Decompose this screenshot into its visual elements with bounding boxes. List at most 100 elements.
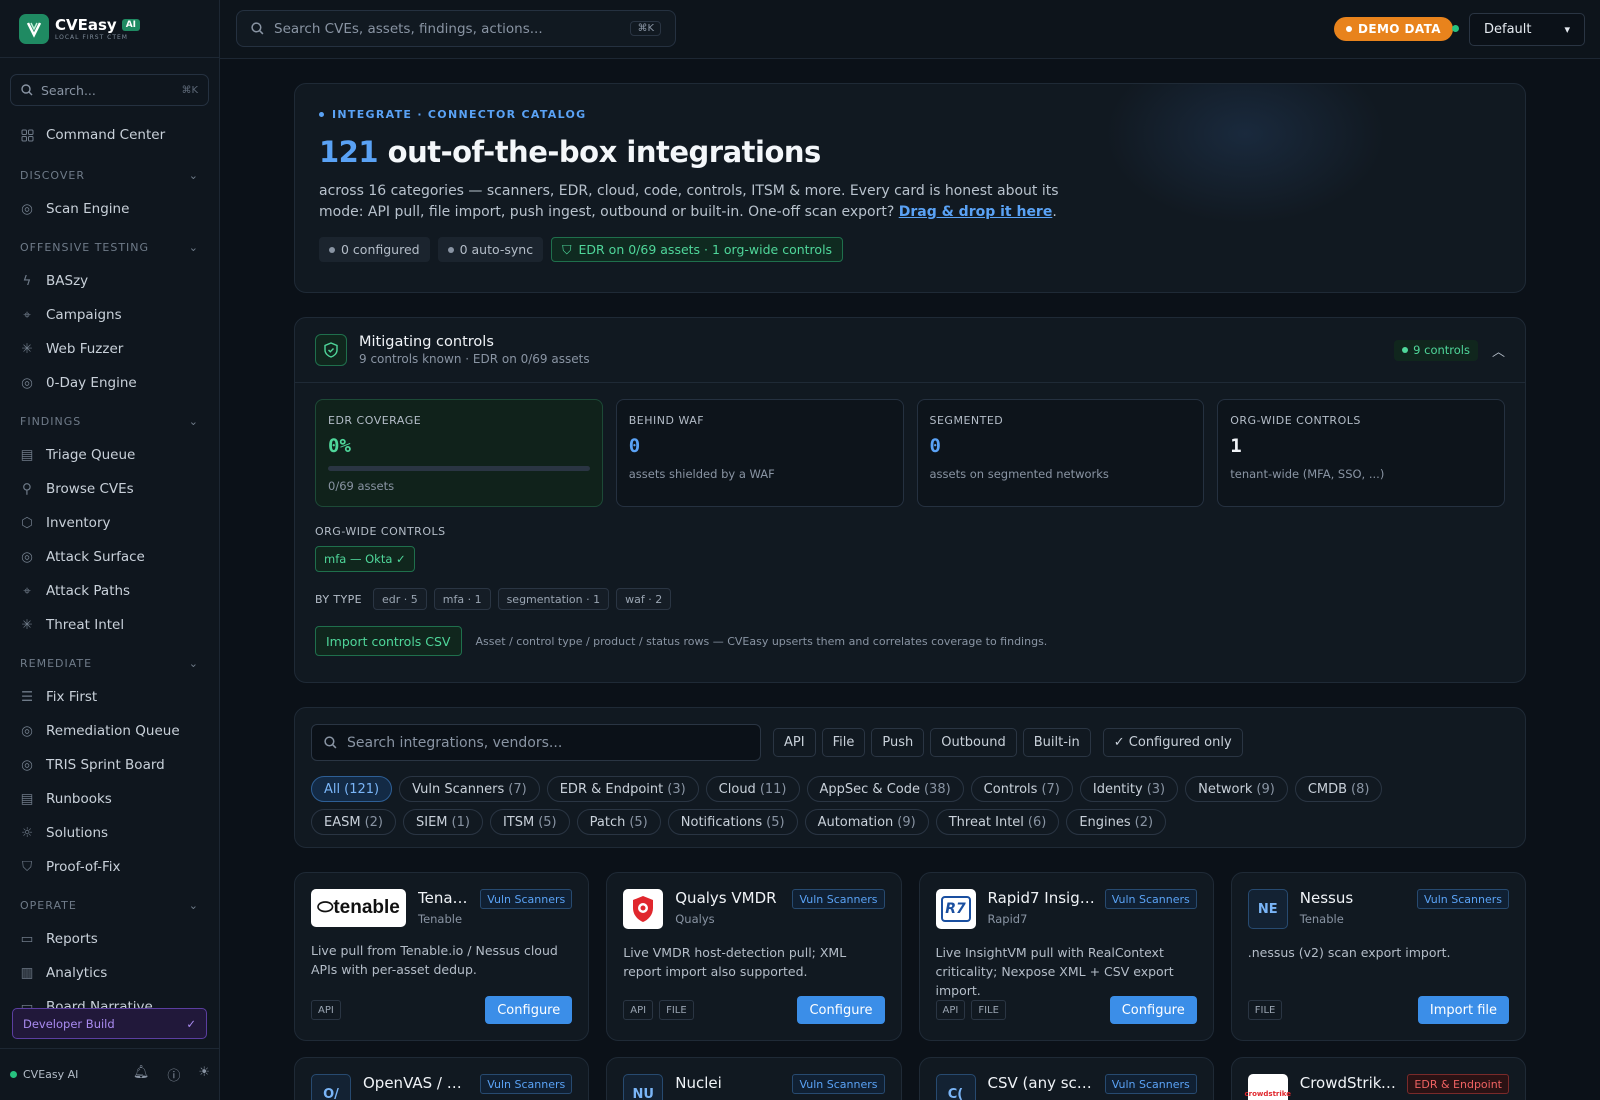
sidebar-item-attack-paths[interactable]: ⌖ Attack Paths xyxy=(0,574,219,608)
category-filter-controls[interactable]: Controls (7) xyxy=(970,776,1073,802)
nav-group-operate[interactable]: OPERATE ⌄ xyxy=(0,888,219,922)
integration-card[interactable]: Qualys VMDR Qualys Vuln Scanners Live VMD… xyxy=(606,872,902,1041)
mode-filter-built-in[interactable]: Built-in xyxy=(1022,728,1091,757)
openvas-logo-icon: O/ xyxy=(311,1074,351,1100)
mitigating-controls-header[interactable]: Mitigating controls 9 controls known · E… xyxy=(295,318,1525,383)
category-filter-automation[interactable]: Automation (9) xyxy=(804,809,929,835)
import-file-button[interactable]: Import file xyxy=(1417,996,1509,1024)
sidebar-item-remediation-queue[interactable]: ◎ Remediation Queue xyxy=(0,714,219,748)
category-filter-vuln-scanners[interactable]: Vuln Scanners (7) xyxy=(399,776,540,802)
category-filter-edr-endpoint[interactable]: EDR & Endpoint (3) xyxy=(546,776,699,802)
global-search-input[interactable]: Search CVEs, assets, findings, actions..… xyxy=(236,10,676,47)
category-filter-appsec-code[interactable]: AppSec & Code (38) xyxy=(806,776,964,802)
sidebar-item-scan-engine[interactable]: ◎ Scan Engine xyxy=(0,192,219,226)
mode-filter-file[interactable]: File xyxy=(821,728,866,757)
sidebar-item-reports[interactable]: ▭ Reports xyxy=(0,922,219,956)
bell-icon[interactable]: 🔔︎ xyxy=(133,1065,150,1084)
category-name: Vuln Scanners xyxy=(412,781,505,797)
configure-button[interactable]: Configure xyxy=(485,996,573,1024)
nav-group-findings[interactable]: FINDINGS ⌄ xyxy=(0,404,219,438)
list-icon: ☰ xyxy=(20,689,34,705)
sidebar-item-runbooks[interactable]: ▤ Runbooks xyxy=(0,782,219,816)
nav-group-offensive-testing[interactable]: OFFENSIVE TESTING ⌄ xyxy=(0,230,219,264)
configured-only-toggle[interactable]: ✓ Configured only xyxy=(1102,728,1243,757)
category-filter-threat-intel[interactable]: Threat Intel (6) xyxy=(935,809,1060,835)
category-filter-all[interactable]: All (121) xyxy=(311,776,393,802)
type-chip: edr · 5 xyxy=(372,588,427,610)
category-filter-engines[interactable]: Engines (2) xyxy=(1066,809,1167,835)
clipboard-icon: ▤ xyxy=(20,447,34,463)
stat-sub: assets on segmented networks xyxy=(929,467,1109,481)
integration-card[interactable]: ⬭tenable Tenabl...Tenable Vuln Scanners … xyxy=(294,872,590,1041)
workspace-select[interactable]: Default ▾ xyxy=(1469,13,1585,46)
integration-grid-row-2: O/OpenVAS / Gree... Vuln Scanners NU Nucle… xyxy=(294,1057,1526,1100)
chevron-down-icon: ⌄ xyxy=(188,656,199,670)
search-icon: ⚲ xyxy=(22,481,32,497)
sidebar-item-campaigns[interactable]: ⌖ Campaigns xyxy=(0,298,219,332)
sidebar-item-threat-intel[interactable]: ✳ Threat Intel xyxy=(0,608,219,642)
category-name: Cloud xyxy=(718,781,756,797)
grid-icon xyxy=(20,128,34,142)
category-filter-notifications[interactable]: Notifications (5) xyxy=(667,809,798,835)
mode-filter-push[interactable]: Push xyxy=(871,728,925,757)
nessus-logo-icon: NE xyxy=(1247,889,1288,929)
sidebar-item-attack-surface[interactable]: ◎ Attack Surface xyxy=(0,540,219,574)
category-filter-siem[interactable]: SIEM (1) xyxy=(403,809,483,835)
integration-card[interactable]: NE Nessus Tenable Vuln Scanners .nessus (… xyxy=(1230,872,1526,1041)
mode-tag: API xyxy=(311,1000,341,1020)
configure-button[interactable]: Configure xyxy=(1109,996,1197,1024)
category-filter-itsm[interactable]: ITSM (5) xyxy=(489,809,570,835)
sidebar-item-browse-cves[interactable]: ⚲ Browse CVEs xyxy=(0,472,219,506)
category-count: (3) xyxy=(667,781,686,797)
sidebar-item-label: Triage Queue xyxy=(46,447,136,463)
check-icon: ✓ xyxy=(186,1016,196,1031)
configure-button[interactable]: Configure xyxy=(797,996,885,1024)
drag-drop-link[interactable]: Drag & drop it here xyxy=(899,204,1053,220)
sidebar-search[interactable]: Search... ⌘K xyxy=(10,74,209,106)
import-note: Asset / control type / product / status … xyxy=(475,634,1048,648)
stat-org-wide-controls: ORG-WIDE CONTROLS 1 tenant-wide (MFA, SS… xyxy=(1217,399,1505,507)
category-filter-cmdb[interactable]: CMDB (8) xyxy=(1294,776,1383,802)
nav-group-remediate[interactable]: REMEDIATE ⌄ xyxy=(0,646,219,680)
sidebar-item-fix-first[interactable]: ☰ Fix First xyxy=(0,680,219,714)
category-filter-identity[interactable]: Identity (3) xyxy=(1079,776,1179,802)
brand[interactable]: CVEasy AI LOCAL FIRST CTEM xyxy=(0,0,219,58)
chip-text: 0 configured xyxy=(341,242,420,257)
category-filter-patch[interactable]: Patch (5) xyxy=(576,809,661,835)
bug-icon: ✳ xyxy=(21,617,33,633)
edr-progress-bar xyxy=(328,466,590,471)
sidebar-item-triage-queue[interactable]: ▤ Triage Queue xyxy=(0,438,219,472)
category-filter-cloud[interactable]: Cloud (11) xyxy=(705,776,800,802)
integration-card[interactable]: R7 Rapid7 Insight... Rapid7 Vuln Scanners… xyxy=(918,872,1214,1041)
integration-card[interactable]: C(CSV (any scann... Vuln Scanners xyxy=(918,1057,1214,1100)
chevron-up-icon[interactable]: ︿ xyxy=(1492,341,1505,360)
integration-search-input[interactable]: Search integrations, vendors... xyxy=(311,724,761,761)
mode-filter-outbound[interactable]: Outbound xyxy=(930,728,1017,757)
mode-filter-api[interactable]: API xyxy=(773,728,816,757)
sidebar-item-label: Solutions xyxy=(46,825,109,841)
info-icon[interactable]: ⓘ xyxy=(167,1065,180,1084)
stat-label: ORG-WIDE CONTROLS xyxy=(1230,414,1361,427)
sidebar-item-solutions[interactable]: ☼ Solutions xyxy=(0,816,219,850)
sun-icon[interactable]: ☀︎ xyxy=(198,1065,210,1084)
integration-card[interactable]: NU Nuclei Vuln Scanners xyxy=(606,1057,902,1100)
sidebar-item-baszy[interactable]: ϟ BASzy xyxy=(0,264,219,298)
category-filter-network[interactable]: Network (9) xyxy=(1185,776,1288,802)
sidebar-item-proof-of-fix[interactable]: ⛉ Proof-of-Fix xyxy=(0,850,219,884)
nav-group-discover[interactable]: DISCOVER ⌄ xyxy=(0,158,219,192)
sidebar-item-web-fuzzer[interactable]: ✳ Web Fuzzer xyxy=(0,332,219,366)
import-controls-csv-button[interactable]: Import controls CSV xyxy=(315,626,462,656)
demo-data-badge[interactable]: DEMO DATA xyxy=(1334,17,1453,41)
badge-text: 9 controls xyxy=(1413,343,1470,357)
category-name: Threat Intel xyxy=(948,814,1024,830)
sidebar-item-0-day-engine[interactable]: ◎ 0-Day Engine xyxy=(0,366,219,400)
sidebar-item-inventory[interactable]: ⬡ Inventory xyxy=(0,506,219,540)
integration-card[interactable]: O/OpenVAS / Gree... Vuln Scanners xyxy=(294,1057,590,1100)
developer-build-toggle[interactable]: Developer Build ✓ xyxy=(12,1008,207,1039)
category-filter-easm[interactable]: EASM (2) xyxy=(311,809,396,835)
app-name: CVEasy xyxy=(55,16,117,34)
sidebar-item-tris-sprint-board[interactable]: ◎ TRIS Sprint Board xyxy=(0,748,219,782)
sidebar-item-analytics[interactable]: ▥ Analytics xyxy=(0,956,219,990)
integration-card[interactable]: crowdstrike CrowdStrike Fa... EDR & Endpoi… xyxy=(1230,1057,1526,1100)
sidebar-item-command-center[interactable]: Command Center xyxy=(0,118,219,152)
